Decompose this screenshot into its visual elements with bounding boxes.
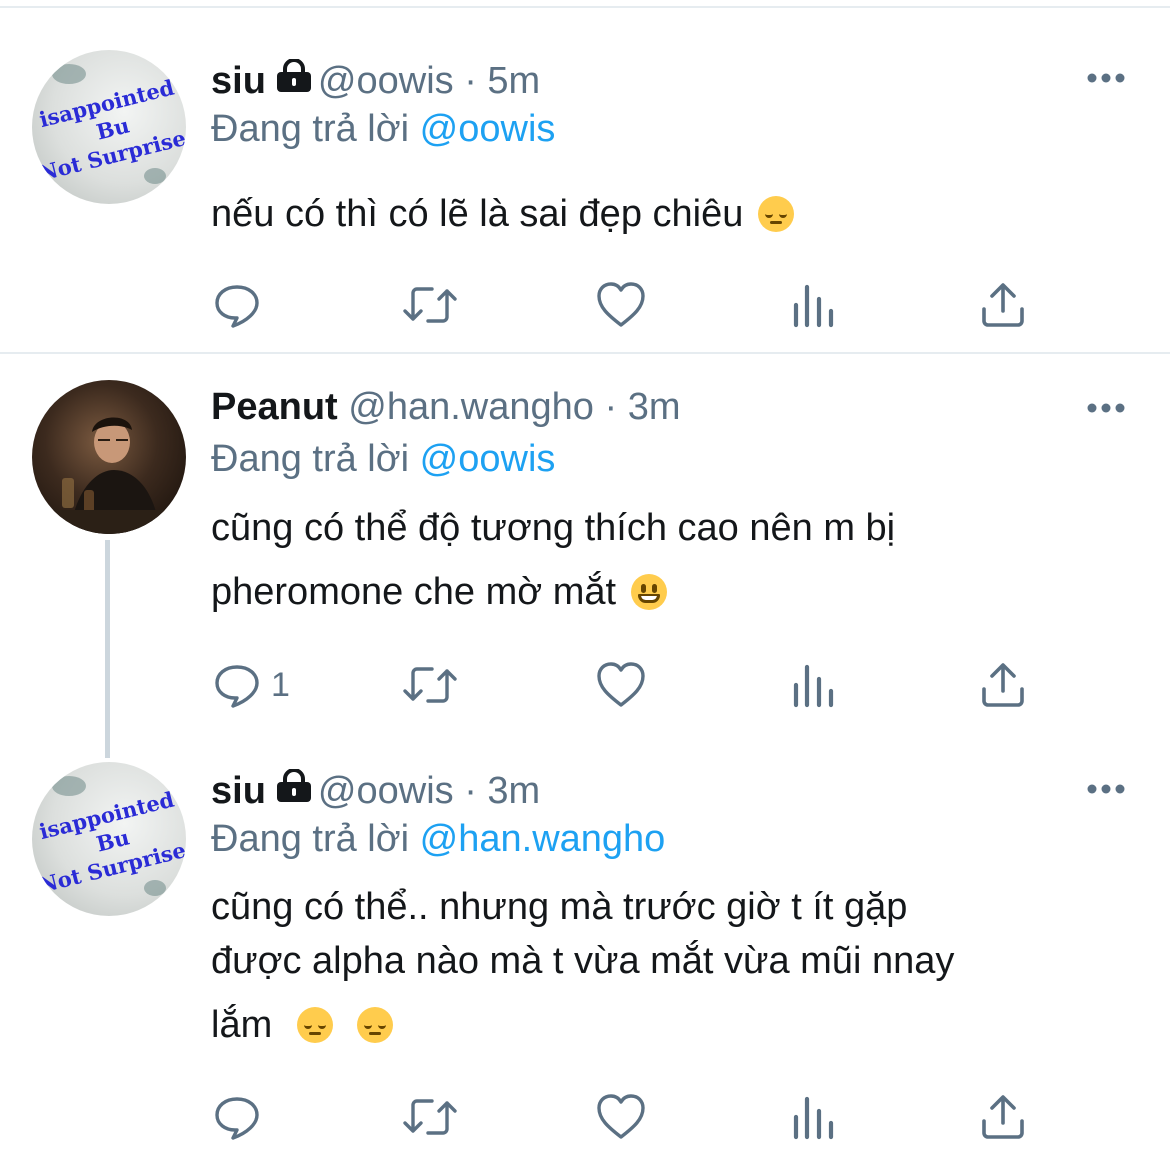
like-button[interactable]: [596, 1092, 646, 1142]
more-options-icon[interactable]: [1086, 71, 1126, 83]
pensive-face-emoji: [357, 1007, 394, 1043]
tweet-text: nếu có thì có lẽ là sai đẹp chiêu: [211, 182, 1111, 246]
more-options-icon[interactable]: [1086, 401, 1126, 413]
avatar[interactable]: isappointed Bu Not Surprised: [32, 762, 186, 916]
replying-to: Đang trả lời @oowis: [211, 438, 556, 480]
separator: ·: [604, 386, 618, 428]
timestamp[interactable]: 3m: [487, 770, 540, 812]
handle[interactable]: @oowis: [318, 60, 454, 102]
reply-button[interactable]: 1: [213, 660, 290, 710]
tweet-header: Peanut @han.wangho · 3m: [211, 384, 681, 430]
tweet-header: siu @oowis · 5m: [211, 58, 540, 108]
mention-link[interactable]: @oowis: [420, 108, 556, 150]
lock-icon: [276, 768, 312, 814]
top-divider: [0, 6, 1170, 8]
grinning-face-emoji: [630, 574, 667, 610]
tweet-header: siu @oowis · 3m: [211, 768, 540, 818]
analytics-button[interactable]: [792, 1092, 836, 1142]
retweet-icon: [403, 667, 457, 703]
more-options-icon[interactable]: [1086, 782, 1126, 794]
like-icon: [597, 282, 645, 327]
timestamp[interactable]: 5m: [487, 60, 540, 102]
reply-icon: [215, 285, 259, 328]
reply-button[interactable]: [213, 1092, 271, 1142]
tweet-text: cũng có thể.. nhưng mà trước giờ t ít gặ…: [211, 886, 955, 1046]
share-icon: [982, 283, 1024, 327]
replying-to: Đang trả lời @oowis: [211, 108, 556, 150]
display-name[interactable]: siu: [211, 60, 266, 102]
share-button[interactable]: [980, 1092, 1026, 1142]
display-name[interactable]: Peanut: [211, 386, 338, 428]
like-icon: [597, 1094, 645, 1139]
retweet-icon: [403, 287, 457, 323]
retweet-button[interactable]: [402, 660, 458, 710]
share-icon: [982, 1095, 1024, 1139]
pensive-face-emoji: [757, 196, 794, 232]
mention-link[interactable]: @han.wangho: [420, 818, 666, 860]
tweet-text: cũng có thể độ tương thích cao nên m bị …: [211, 507, 896, 613]
tweet-actions: 1: [0, 660, 1170, 710]
analytics-button[interactable]: [792, 280, 836, 330]
reply-icon: [215, 665, 259, 708]
analytics-icon: [793, 664, 834, 708]
handle[interactable]: @han.wangho: [348, 386, 594, 428]
separator: ·: [464, 60, 477, 103]
reply-button[interactable]: [213, 280, 271, 330]
reply-count: 1: [271, 665, 290, 704]
like-button[interactable]: [596, 660, 646, 710]
tweet-actions: [0, 1092, 1170, 1142]
analytics-button[interactable]: [792, 660, 836, 710]
retweet-icon: [403, 1099, 457, 1135]
avatar-photo: [32, 417, 186, 534]
share-button[interactable]: [980, 280, 1026, 330]
share-icon: [982, 663, 1024, 707]
display-name[interactable]: siu: [211, 770, 266, 812]
pensive-face-emoji: [296, 1007, 333, 1043]
retweet-button[interactable]: [402, 280, 458, 330]
tweet-actions: [0, 280, 1170, 330]
tweet-divider: [0, 352, 1170, 354]
handle[interactable]: @oowis: [318, 770, 454, 812]
replying-to: Đang trả lời @han.wangho: [211, 818, 666, 860]
retweet-button[interactable]: [402, 1092, 458, 1142]
analytics-icon: [793, 1096, 834, 1140]
lock-icon: [276, 58, 312, 104]
thread-line: [105, 540, 110, 758]
analytics-icon: [793, 284, 834, 328]
reply-icon: [215, 1097, 259, 1140]
like-icon: [597, 662, 645, 707]
mention-link[interactable]: @oowis: [420, 438, 556, 480]
timestamp[interactable]: 3m: [628, 386, 681, 428]
share-button[interactable]: [980, 660, 1026, 710]
like-button[interactable]: [596, 280, 646, 330]
avatar[interactable]: isappointed Bu Not Surprised: [32, 50, 186, 204]
avatar[interactable]: [32, 380, 186, 534]
separator: ·: [464, 770, 477, 813]
